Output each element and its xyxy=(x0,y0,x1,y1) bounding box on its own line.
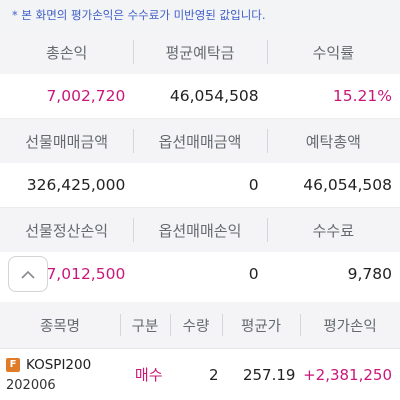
positions-table-header: 종목명 구분 수량 평균가 평가손익 xyxy=(0,302,400,348)
notice-text: * 본 화면의 평가손익은 수수료가 미반영된 값입니다. xyxy=(0,0,400,30)
commission-value: 9,780 xyxy=(347,265,392,283)
col-avg-price: 평균가 xyxy=(222,302,300,348)
return-rate-value: 15.21% xyxy=(332,87,392,105)
options-trade-pnl-value: 0 xyxy=(248,265,259,283)
options-trade-pnl-label: 옵션매매손익 xyxy=(133,208,266,252)
symbol-cell: F KOSPI200 202006 xyxy=(0,349,124,400)
symbol-expiry: 202006 xyxy=(6,377,56,393)
summary-header-row-1: 총손익 평균예탁금 수익률 xyxy=(0,30,400,74)
symbol-line: F KOSPI200 xyxy=(6,357,91,373)
table-row[interactable]: F KOSPI200 202006 매수 2 257.19 +2,381,250 xyxy=(0,348,400,400)
summary-header-row-2: 선물매매금액 옵션매매금액 예탁총액 xyxy=(0,119,400,163)
commission-label: 수수료 xyxy=(266,208,400,252)
summary-value-row-3: 7,012,500 0 9,780 xyxy=(0,252,400,296)
futures-settlement-pnl-label: 선물정산손익 xyxy=(25,221,109,240)
summary-value-row-2: 326,425,000 0 46,054,508 xyxy=(0,163,400,208)
col-quantity: 수량 xyxy=(170,302,222,348)
total-deposit-value: 46,054,508 xyxy=(303,176,392,194)
total-pnl-label: 총손익 xyxy=(45,43,88,62)
col-symbol-name: 종목명 xyxy=(39,318,81,335)
total-pnl-value: 7,002,720 xyxy=(46,87,126,105)
summary-value-row-1: 7,002,720 46,054,508 15.21% xyxy=(0,74,400,119)
summary-grid: 총손익 평균예탁금 수익률 7,002,720 46,054,508 15.21… xyxy=(0,30,400,296)
total-deposit-label: 예탁총액 xyxy=(266,119,400,163)
options-trade-amount-label: 옵션매매금액 xyxy=(133,119,266,163)
col-valuation-pnl: 평가손익 xyxy=(300,302,400,348)
col-side: 구분 xyxy=(120,302,170,348)
scroll-up-button[interactable] xyxy=(8,256,48,292)
avg-price-value: 257.19 xyxy=(242,365,296,384)
symbol-name: KOSPI200 xyxy=(26,356,92,373)
futures-trade-amount-label: 선물매매금액 xyxy=(25,132,109,151)
futures-badge-icon: F xyxy=(6,357,20,372)
quantity-value: 2 xyxy=(209,365,219,384)
avg-deposit-label: 평균예탁금 xyxy=(133,30,266,74)
summary-header-row-3: 선물정산손익 옵션매매손익 수수료 xyxy=(0,208,400,252)
side-value: 매수 xyxy=(134,366,163,384)
avg-deposit-value: 46,054,508 xyxy=(169,87,259,105)
valuation-pnl-value: +2,381,250 xyxy=(303,365,392,384)
futures-trade-amount-value: 326,425,000 xyxy=(26,176,126,194)
return-rate-label: 수익률 xyxy=(266,30,400,74)
chevron-up-icon xyxy=(20,265,36,284)
options-trade-amount-value: 0 xyxy=(248,176,259,194)
